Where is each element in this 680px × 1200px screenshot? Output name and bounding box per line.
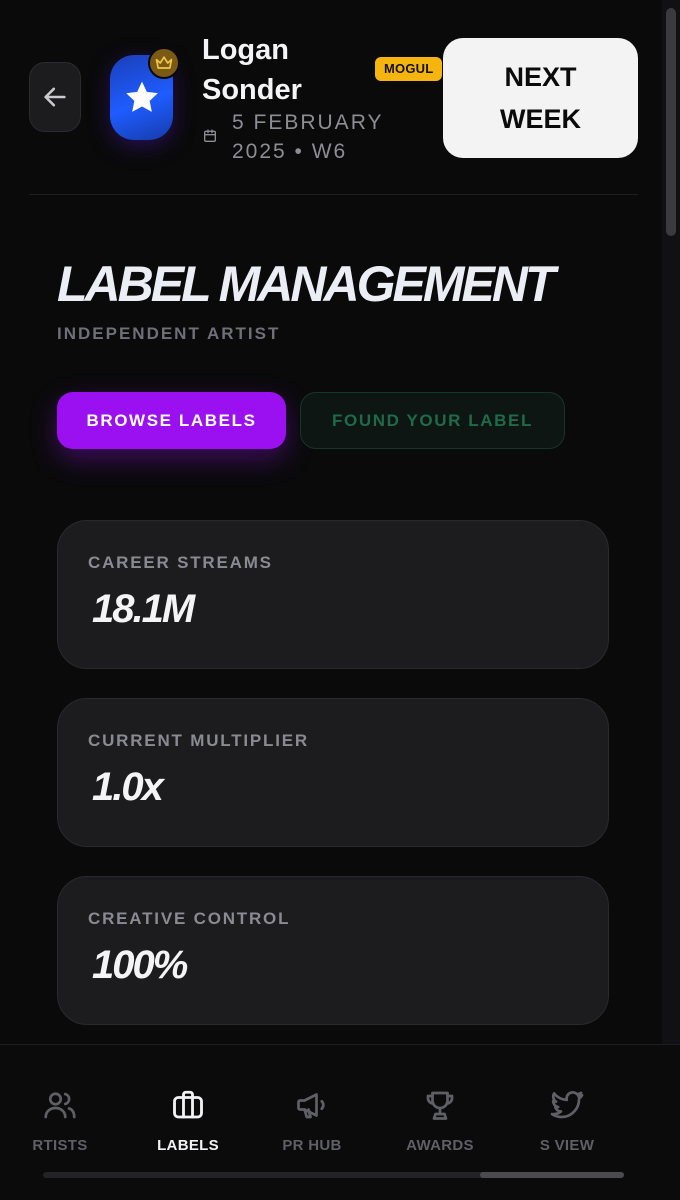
vertical-scrollbar[interactable] xyxy=(662,0,680,1045)
bottom-nav: RTISTS LABELS PR HUB AWARDS S VIEW xyxy=(0,1044,680,1200)
horizontal-scrollbar[interactable] xyxy=(43,1172,624,1178)
current-date: 5 FEBRUARY 2025 • W6 xyxy=(232,111,384,163)
briefcase-icon xyxy=(173,1090,203,1119)
calendar-icon xyxy=(204,129,216,142)
nav-label: PR HUB xyxy=(282,1137,342,1154)
next-week-label: NEXT WEEK xyxy=(500,62,581,134)
page-title: LABEL MANAGEMENT xyxy=(57,256,556,312)
nav-item-social-view[interactable]: S VIEW xyxy=(497,1045,637,1175)
stat-label: CREATIVE CONTROL xyxy=(88,909,291,928)
crown-icon xyxy=(155,56,173,69)
nav-item-labels[interactable]: LABELS xyxy=(118,1045,258,1175)
stat-value: 100% xyxy=(92,943,188,987)
tab-browse-labels[interactable]: BROWSE LABELS xyxy=(57,392,286,449)
arrow-left-icon xyxy=(44,87,66,107)
stat-label: CAREER STREAMS xyxy=(88,553,273,572)
stat-label: CURRENT MULTIPLIER xyxy=(88,731,309,750)
stat-card-current-multiplier: CURRENT MULTIPLIER 1.0x xyxy=(57,698,609,847)
bird-icon xyxy=(550,1091,584,1119)
stat-card-creative-control: CREATIVE CONTROL 100% xyxy=(57,876,609,1025)
nav-item-pr-hub[interactable]: PR HUB xyxy=(242,1045,382,1175)
nav-label: AWARDS xyxy=(406,1137,474,1154)
nav-item-artists[interactable]: RTISTS xyxy=(0,1045,130,1175)
next-week-button[interactable]: NEXT WEEK xyxy=(443,38,638,158)
artist-name: Logan Sonder xyxy=(202,34,302,106)
tab-found-your-label[interactable]: FOUND YOUR LABEL xyxy=(300,392,565,449)
stat-card-career-streams: CAREER STREAMS 18.1M xyxy=(57,520,609,669)
stat-value: 18.1M xyxy=(92,587,195,631)
star-icon xyxy=(125,81,158,112)
horizontal-scrollbar-thumb[interactable] xyxy=(480,1172,624,1178)
nav-label: S VIEW xyxy=(539,1137,595,1154)
nav-item-awards[interactable]: AWARDS xyxy=(370,1045,510,1175)
megaphone-icon xyxy=(297,1093,325,1119)
back-button[interactable] xyxy=(29,62,81,132)
crown-badge xyxy=(148,47,180,79)
header-divider xyxy=(29,194,638,195)
top-header: Logan Sonder MOGUL 5 FEBRUARY 2025 • W6 … xyxy=(0,0,662,195)
artist-status: INDEPENDENT ARTIST xyxy=(57,324,281,343)
nav-label: LABELS xyxy=(157,1137,219,1154)
trophy-icon xyxy=(426,1091,454,1120)
vertical-scrollbar-thumb[interactable] xyxy=(666,8,676,236)
nav-label: RTISTS xyxy=(32,1137,88,1154)
users-icon xyxy=(44,1092,76,1119)
stat-value: 1.0x xyxy=(92,765,164,809)
label-management-screen: Logan Sonder MOGUL 5 FEBRUARY 2025 • W6 … xyxy=(0,0,680,1200)
tier-badge: MOGUL xyxy=(375,57,443,81)
